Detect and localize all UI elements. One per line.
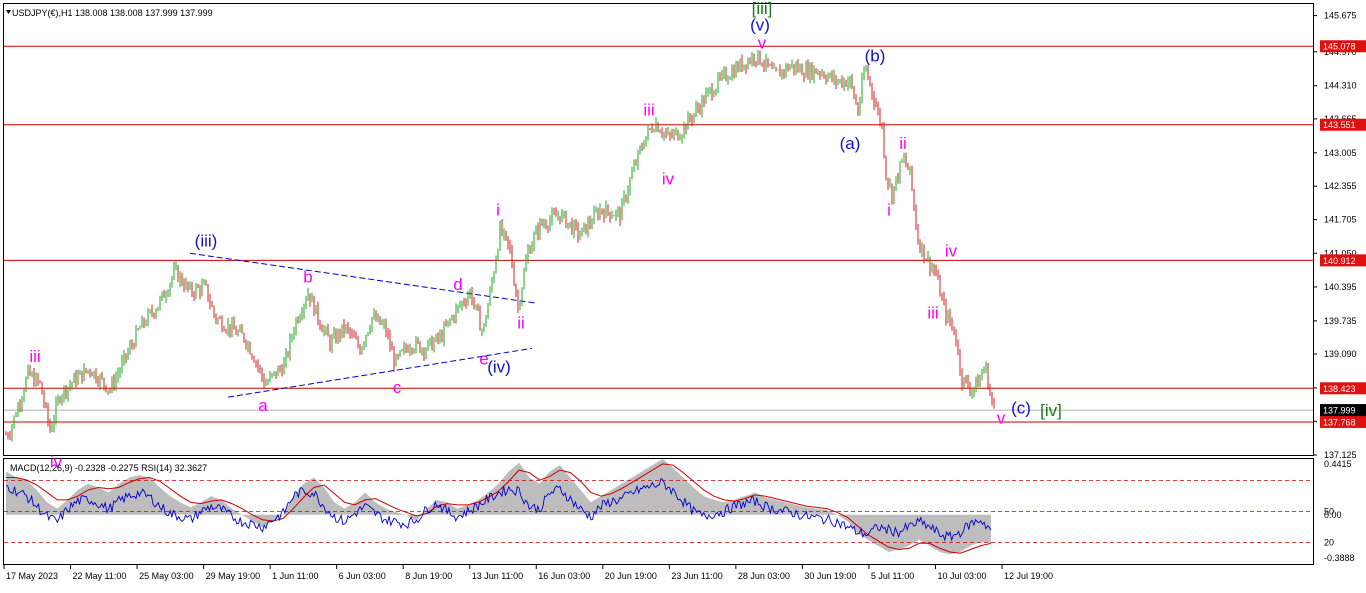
time-tick-label: 28 Jun 03:00 (738, 571, 790, 581)
wave-label: iii (927, 303, 938, 322)
time-tick-label: 5 Jul 11:00 (871, 571, 914, 581)
indicator-tick-label: 20 (1324, 537, 1334, 547)
symbol-header: USDJPY(€),H1 138.008 138.008 137.999 137… (12, 8, 213, 18)
wave-label: [iv] (1040, 401, 1062, 420)
wave-label: (c) (1011, 398, 1031, 417)
price-tick-label: 143.005 (1324, 148, 1357, 158)
indicator-header: MACD(12,26,9) -0.2328 -0.2275 RSI(14) 32… (10, 463, 207, 473)
wave-label: ii (517, 314, 525, 333)
wave-label: i (496, 201, 500, 220)
price-tick-label: 144.310 (1324, 81, 1357, 91)
level-price-label: 138.423 (1323, 384, 1356, 394)
time-tick-label: 6 Jun 03:00 (339, 571, 386, 581)
price-tick-label: 140.395 (1324, 282, 1357, 292)
wave-label: iv (662, 170, 675, 189)
level-price-label: 140.912 (1323, 256, 1356, 266)
time-tick-label: 20 Jun 19:00 (605, 571, 657, 581)
time-tick-label: 8 Jun 19:00 (405, 571, 452, 581)
indicator-tick-label: 50 (1324, 507, 1334, 517)
wave-label: (iv) (487, 357, 511, 376)
price-tick-label: 145.675 (1324, 11, 1357, 21)
chart-canvas[interactable]: [iii](v)v(b)iii(a) iiivii(iii)ivb diiiiiii… (0, 0, 1366, 588)
wave-label: a (258, 396, 268, 415)
time-tick-label: 16 Jun 03:00 (538, 571, 590, 581)
wave-label: d (453, 275, 462, 294)
wave-label: (iii) (195, 231, 218, 250)
wave-label: v (758, 34, 767, 53)
time-tick-label: 29 May 19:00 (206, 571, 261, 581)
price-tick-label: 139.090 (1324, 349, 1357, 359)
wave-label: iii (29, 347, 40, 366)
current-price-label: 137.999 (1323, 406, 1356, 416)
level-price-label: 137.768 (1323, 417, 1356, 427)
time-tick-label: 25 May 03:00 (139, 571, 194, 581)
indicator-tick-label: 0.4415 (1324, 459, 1352, 469)
indicator-tick-label: -0.3888 (1324, 553, 1355, 563)
wave-label: i (887, 201, 891, 220)
wave-label: (b) (865, 46, 886, 65)
price-tick-label: 141.705 (1324, 215, 1357, 225)
wave-label: iii (643, 100, 654, 119)
wave-label: v (997, 409, 1006, 428)
wave-label: ii (899, 134, 907, 153)
price-tick-label: 139.735 (1324, 316, 1357, 326)
wave-label: (a) (840, 134, 861, 153)
time-tick-label: 1 Jun 11:00 (272, 571, 318, 581)
wave-label: b (303, 267, 312, 286)
wave-label: iv (945, 242, 958, 261)
time-tick-label: 10 Jul 03:00 (937, 571, 986, 581)
wave-label: c (393, 378, 402, 397)
price-tick-label: 142.355 (1324, 181, 1357, 191)
time-tick-label: 12 Jul 19:00 (1004, 571, 1053, 581)
chart-window[interactable]: [iii] (v) v (b) iii (a) ii iv i i (iii) iv b d iii ii ii… (0, 0, 1366, 588)
time-tick-label: 13 Jun 11:00 (472, 571, 523, 581)
time-tick-label: 23 Jun 11:00 (671, 571, 722, 581)
wave-label: (v) (750, 16, 770, 35)
level-price-label: 145.078 (1323, 42, 1356, 52)
time-tick-label: 22 May 11:00 (73, 571, 127, 581)
time-tick-label: 30 Jun 19:00 (804, 571, 856, 581)
time-tick-label: 17 May 2023 (6, 571, 58, 581)
level-price-label: 143.551 (1323, 120, 1356, 130)
